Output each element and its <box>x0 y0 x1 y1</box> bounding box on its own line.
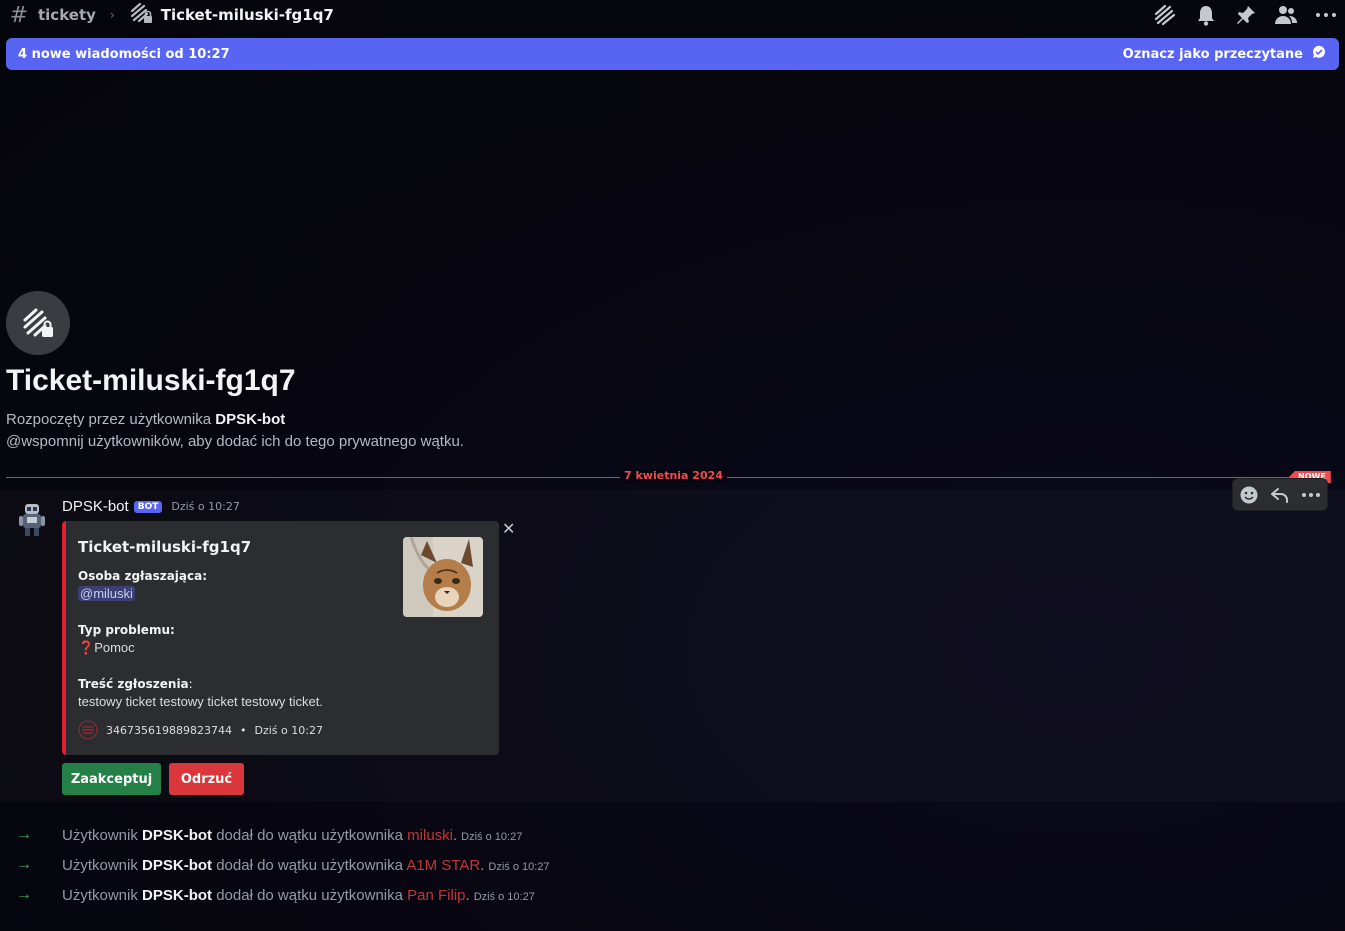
embed-field-value: @miluski <box>78 586 135 601</box>
bot-badge: BOT <box>133 500 163 513</box>
sys-time: Dziś o 10:27 <box>461 830 523 843</box>
started-by-prefix: Rozpoczęty przez użytkownika <box>6 411 216 428</box>
footer-logo-icon <box>78 720 98 740</box>
divider-date: 7 kwietnia 2024 <box>620 469 727 482</box>
pin-icon[interactable] <box>1233 2 1259 28</box>
system-text: Użytkownik DPSK-bot dodał do wątku użytk… <box>62 887 535 904</box>
footer-time: Dziś o 10:27 <box>254 723 323 737</box>
mark-as-read-button[interactable]: Oznacz jako przeczytane <box>1123 44 1327 64</box>
breadcrumb: # tickety › Ticket-miluski-fg1q7 <box>0 2 334 28</box>
chevron-right-icon: › <box>109 8 115 22</box>
thread-started-by: Rozpoczęty przez użytkownika DPSK-bot <box>6 411 285 428</box>
caracal-thumbnail[interactable] <box>403 537 483 617</box>
target-user[interactable]: Pan Filip <box>407 887 465 904</box>
embed-field-value: testowy ticket testowy ticket testowy ti… <box>78 694 323 709</box>
message-header: DPSK-bot BOT Dziś o 10:27 <box>62 498 240 515</box>
accept-button[interactable]: Zaakceptuj <box>62 763 161 795</box>
problem-type: Pomoc <box>94 640 135 655</box>
embed-field-value: ❓Pomoc <box>78 640 135 656</box>
parent-channel-link[interactable]: tickety <box>38 6 96 24</box>
hash-icon: # <box>9 2 29 28</box>
sys-prefix: Użytkownik <box>62 826 143 844</box>
sys-prefix: Użytkownik <box>62 886 143 904</box>
join-arrow-icon: → <box>16 856 32 873</box>
close-icon[interactable]: ✕ <box>502 519 515 538</box>
reject-button[interactable]: Odrzuć <box>169 763 244 795</box>
footer-separator: • <box>239 723 247 737</box>
thread-icon-large <box>6 291 70 355</box>
ticket-embed: Ticket-miluski-fg1q7 Osoba zgłaszająca: … <box>62 521 499 755</box>
mark-read-icon <box>1311 44 1327 64</box>
header-toolbar <box>1153 2 1339 28</box>
mention-hint: @wspomnij użytkowników, aby dodać ich do… <box>6 433 464 450</box>
sys-time: Dziś o 10:27 <box>488 860 550 873</box>
join-arrow-icon: → <box>16 826 32 843</box>
embed-field-colon: : <box>188 677 193 691</box>
sys-end: . <box>453 826 458 844</box>
footer-id: 346735619889823744 <box>106 723 232 737</box>
embed-field-name: Osoba zgłaszająca: <box>78 569 208 583</box>
user-mention[interactable]: @miluski <box>78 586 135 601</box>
avatar[interactable] <box>16 502 48 538</box>
question-mark-icon: ❓ <box>78 640 95 655</box>
members-icon[interactable] <box>1273 2 1299 28</box>
sys-middle: dodał do wątku użytkownika <box>212 826 408 844</box>
sys-middle: dodał do wątku użytkownika <box>212 886 408 904</box>
thread-icon <box>129 2 153 28</box>
author-name[interactable]: DPSK-bot <box>62 498 129 515</box>
embed-footer: 346735619889823744 • Dziś o 10:27 <box>78 720 323 740</box>
actor-name[interactable]: DPSK-bot <box>142 857 212 874</box>
add-reaction-icon[interactable] <box>1236 482 1262 508</box>
new-messages-bar[interactable]: 4 nowe wiadomości od 10:27 Oznacz jako p… <box>6 38 1339 70</box>
sys-end: . <box>480 856 485 874</box>
channel-header: # tickety › Ticket-miluski-fg1q7 <box>0 0 1345 30</box>
sys-prefix: Użytkownik <box>62 856 143 874</box>
new-messages-label[interactable]: 4 nowe wiadomości od 10:27 <box>18 47 230 62</box>
system-text: Użytkownik DPSK-bot dodał do wątku użytk… <box>62 827 522 844</box>
actor-name[interactable]: DPSK-bot <box>142 887 212 904</box>
started-by-user[interactable]: DPSK-bot <box>215 411 285 428</box>
embed-field-name-text: Treść zgłoszenia <box>78 677 189 691</box>
sys-end: . <box>465 886 470 904</box>
sys-middle: dodał do wątku użytkownika <box>212 856 407 874</box>
actor-name[interactable]: DPSK-bot <box>142 827 212 844</box>
more-icon[interactable] <box>1313 2 1339 28</box>
message-actions <box>1232 478 1328 511</box>
threads-icon[interactable] <box>1153 2 1179 28</box>
embed-field-name: Typ problemu: <box>78 623 175 637</box>
join-arrow-icon: → <box>16 886 32 903</box>
reply-icon[interactable] <box>1267 482 1293 508</box>
sys-time: Dziś o 10:27 <box>473 890 535 903</box>
embed-title: Ticket-miluski-fg1q7 <box>78 538 252 556</box>
thread-title: Ticket-miluski-fg1q7 <box>160 6 334 24</box>
thread-heading: Ticket-miluski-fg1q7 <box>6 364 296 397</box>
message-timestamp: Dziś o 10:27 <box>171 500 240 513</box>
bell-icon[interactable] <box>1193 2 1219 28</box>
embed-field-name: Treść zgłoszenia: <box>78 677 193 691</box>
target-user[interactable]: A1M STAR <box>406 857 480 874</box>
target-user[interactable]: miluski <box>407 827 453 844</box>
more-icon[interactable] <box>1298 482 1324 508</box>
mark-as-read-label: Oznacz jako przeczytane <box>1122 46 1303 62</box>
system-text: Użytkownik DPSK-bot dodał do wątku użytk… <box>62 857 550 874</box>
